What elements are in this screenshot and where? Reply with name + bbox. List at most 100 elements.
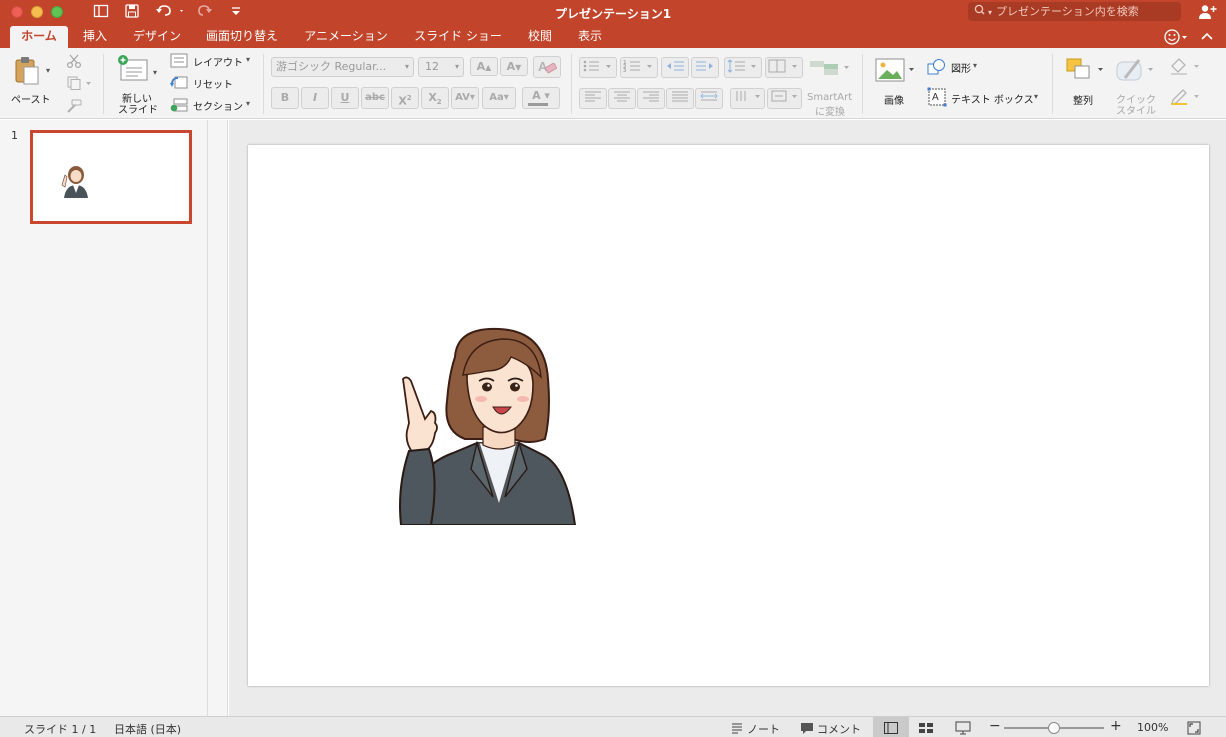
tab-slide-show[interactable]: スライド ショー [410,26,506,48]
share-person-icon[interactable] [1197,3,1217,21]
search-input[interactable]: ▾ プレゼンテーション内を検索 [968,2,1181,21]
align-left-button[interactable] [579,88,607,109]
bold-button[interactable]: B [271,87,299,109]
zoom-slider[interactable] [1004,722,1104,734]
line-spacing-button[interactable] [724,57,762,78]
comments-label: コメント [817,723,861,736]
bullets-button[interactable] [579,57,617,78]
new-slide-button[interactable]: ▾ [114,54,162,88]
picture-button[interactable] [874,56,918,86]
quick-styles-button[interactable] [1113,56,1157,86]
language-indicator[interactable]: 日本語 (日本) [114,721,181,737]
close-window-button[interactable] [11,6,23,18]
tab-design[interactable]: デザイン [128,26,186,48]
paint-bucket-icon [1171,58,1199,75]
zoom-level[interactable]: 100% [1137,721,1168,734]
character-spacing-button[interactable]: AV▾ [451,87,479,109]
text-box-button[interactable]: A テキスト ボックス ▾ [927,87,1045,107]
strikethrough-button[interactable]: abc [361,87,389,109]
comments-button[interactable]: コメント [800,720,866,736]
undo-icon[interactable] [155,3,185,21]
slideshow-view-button[interactable] [955,721,971,735]
sidebar-toggle-icon[interactable] [93,3,109,21]
align-text-button[interactable] [767,88,802,109]
font-name-select[interactable]: 游ゴシック Regular... ▾ [271,57,414,77]
columns-button[interactable] [765,57,803,78]
clear-formatting-button[interactable]: A [533,56,561,78]
copy-icon[interactable] [66,75,94,90]
format-painter-icon[interactable] [66,98,82,113]
font-color-button[interactable]: A ▾ [522,87,560,109]
numbering-button[interactable]: 123 [620,57,658,78]
smartart-label-line2: に変換 [815,107,845,118]
normal-view-button[interactable] [873,717,909,737]
tab-view[interactable]: 表示 [572,26,608,48]
picture-label: 画像 [884,96,904,107]
minimize-window-button[interactable] [31,6,43,18]
align-right-icon [643,91,659,102]
font-color-swatch [528,103,548,106]
slide-canvas[interactable] [248,145,1209,686]
maximize-window-button[interactable] [51,6,63,18]
smartart-convert-button[interactable] [808,57,852,79]
reset-button[interactable]: リセット [170,75,240,91]
align-right-button[interactable] [637,88,665,109]
shape-outline-button[interactable] [1168,86,1202,106]
smartart-label-line1: SmartArt [807,92,853,103]
reset-label: リセット [193,80,233,91]
businesswoman-illustration[interactable] [395,327,577,525]
slide-thumbnail[interactable] [30,130,192,224]
decrease-font-size-button[interactable]: A▼ [500,57,528,76]
justify-button[interactable] [666,88,694,109]
increase-indent-button[interactable] [691,57,719,78]
ribbon-separator [862,54,863,114]
notes-label: ノート [747,723,780,736]
font-size-select[interactable]: 12 ▾ [418,57,464,77]
text-direction-button[interactable] [730,88,765,109]
new-slide-label-line2: スライド [118,105,158,116]
paste-button[interactable]: ▾ [10,54,52,88]
new-slide-icon [116,54,150,90]
thumbnail-scrollbar[interactable] [208,120,228,716]
collapse-ribbon-icon[interactable] [1200,29,1214,45]
subscript-button[interactable]: X2 [421,87,449,109]
shapes-button[interactable]: 図形 ▾ [927,58,983,76]
redo-icon[interactable] [197,3,213,21]
pencil-icon [1171,89,1199,105]
section-button[interactable]: セクション ▾ [170,97,254,113]
align-text-icon [771,90,797,102]
arrange-icon [1066,58,1103,79]
font-size-value: 12 [425,60,439,73]
search-dropdown-icon: ▾ [988,8,993,17]
underline-button[interactable]: U [331,87,359,109]
increase-font-size-button[interactable]: A▲ [470,57,498,76]
shape-fill-button[interactable] [1168,56,1202,76]
ribbon-tab-bar: ホーム 挿入 デザイン 画面切り替え アニメーション スライド ショー 校閲 表… [0,26,1226,48]
align-center-button[interactable] [608,88,636,109]
distributed-button[interactable] [695,88,723,109]
tab-transitions[interactable]: 画面切り替え [201,26,283,48]
tab-home[interactable]: ホーム [10,26,68,48]
tab-insert[interactable]: 挿入 [76,26,114,48]
layout-button[interactable]: レイアウト ▾ [170,53,254,69]
ribbon-separator [263,54,264,114]
zoom-slider-thumb[interactable] [1048,722,1060,734]
notes-button[interactable]: ノート [730,720,782,736]
slide-sorter-button[interactable] [918,722,934,734]
font-name-value: 游ゴシック Regular... [276,60,387,73]
fit-to-window-button[interactable] [1187,721,1201,735]
zoom-in-button[interactable]: + [1110,718,1122,734]
change-case-button[interactable]: Aa▾ [482,87,516,109]
save-icon[interactable] [124,3,140,21]
italic-button[interactable]: I [301,87,329,109]
zoom-out-button[interactable]: − [989,718,1001,734]
eraser-icon: A [538,59,557,74]
feedback-smiley-icon[interactable] [1163,28,1189,46]
arrange-button[interactable] [1065,56,1109,86]
tab-review[interactable]: 校閲 [521,26,559,48]
tab-animations[interactable]: アニメーション [299,26,393,48]
customize-toolbar-icon[interactable] [230,3,242,21]
superscript-button[interactable]: X2 [391,87,419,109]
decrease-indent-button[interactable] [661,57,689,78]
cut-icon[interactable] [66,53,82,69]
